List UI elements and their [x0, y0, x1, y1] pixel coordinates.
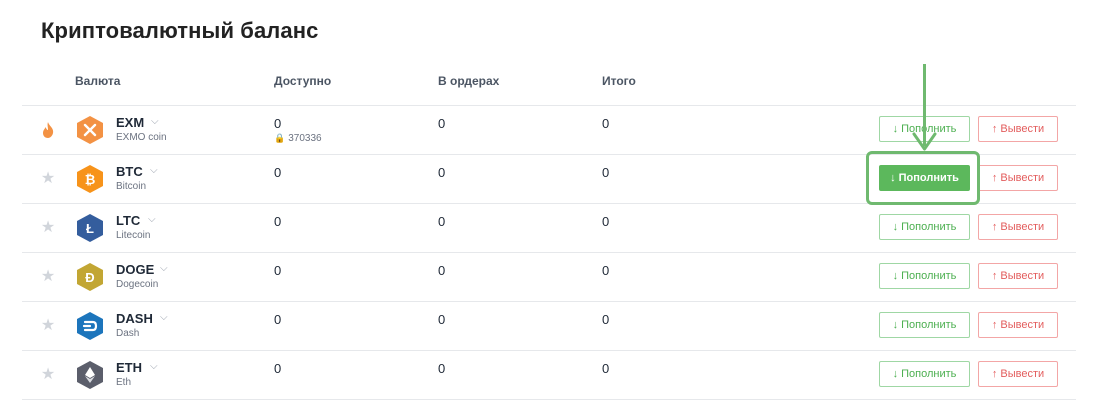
header-currency[interactable]: Валюта	[75, 74, 120, 88]
header-available[interactable]: Доступно	[274, 74, 331, 88]
coin-name: Dash	[116, 328, 140, 339]
withdraw-button[interactable]: ↑ Вывести	[978, 263, 1058, 289]
deposit-button[interactable]: ↓ Пополнить	[879, 214, 970, 240]
coin-code[interactable]: ETH	[116, 360, 142, 375]
star-icon[interactable]: ★	[40, 269, 56, 285]
star-icon[interactable]: ★	[40, 171, 56, 187]
total-value: 0	[602, 214, 610, 229]
withdraw-button[interactable]: ↑ Вывести	[978, 361, 1058, 387]
coin-code[interactable]: LTC	[116, 213, 140, 228]
deposit-button[interactable]: ↓ Пополнить	[879, 312, 970, 338]
page-title: Криптовалютный баланс	[41, 18, 319, 43]
fire-icon[interactable]	[40, 122, 56, 138]
lock-icon: 🔒	[274, 133, 286, 143]
available-value: 0	[274, 116, 282, 131]
orders-value: 0	[438, 361, 446, 376]
orders-value: 0	[438, 116, 446, 131]
coin-name: Eth	[116, 377, 132, 388]
total-value: 0	[602, 165, 610, 180]
available-value: 0	[274, 361, 282, 376]
locked-value: 🔒 370336	[274, 133, 322, 144]
coin-code[interactable]: BTC	[116, 164, 143, 179]
bitcoin-icon: ₿	[76, 164, 104, 194]
header-orders[interactable]: В ордерах	[438, 74, 499, 88]
total-value: 0	[602, 263, 610, 278]
deposit-button[interactable]: ↓ Пополнить	[879, 361, 970, 387]
available-value: 0	[274, 312, 282, 327]
orders-value: 0	[438, 165, 446, 180]
svg-text:Ł: Ł	[86, 221, 94, 236]
available-value: 0	[274, 165, 282, 180]
available-value: 0	[274, 263, 282, 278]
deposit-button[interactable]: ↓ Пополнить	[879, 263, 970, 289]
table-row: ★ Ł LTC ⌵ Litecoin 0 0 0 ↓ Пополнить ↑ В…	[22, 204, 1076, 253]
chevron-down-icon[interactable]: ⌵	[148, 214, 156, 225]
table-row: ★ Ð DOGE ⌵ Dogecoin 0 0 0 ↓ Пополнить ↑ …	[22, 253, 1076, 302]
orders-value: 0	[438, 263, 446, 278]
withdraw-button[interactable]: ↑ Вывести	[978, 116, 1058, 142]
chevron-down-icon[interactable]: ⌵	[150, 165, 158, 176]
ethereum-icon	[76, 360, 104, 390]
svg-text:Ð: Ð	[85, 270, 94, 285]
table-header: Валюта Доступно В ордерах Итого	[22, 72, 1076, 106]
star-icon[interactable]: ★	[40, 220, 56, 236]
svg-text:₿: ₿	[85, 172, 96, 187]
coin-code[interactable]: DOGE	[116, 262, 154, 277]
withdraw-button[interactable]: ↑ Вывести	[978, 165, 1058, 191]
orders-value: 0	[438, 312, 446, 327]
total-value: 0	[602, 361, 610, 376]
locked-amount: 370336	[288, 133, 322, 144]
header-total[interactable]: Итого	[602, 74, 636, 88]
total-value: 0	[602, 312, 610, 327]
total-value: 0	[602, 116, 610, 131]
annotation-arrow-head-icon	[912, 132, 937, 152]
coin-code[interactable]: EXM	[116, 115, 144, 130]
coin-name: EXMO coin	[116, 132, 167, 143]
chevron-down-icon[interactable]: ⌵	[160, 263, 168, 274]
withdraw-button[interactable]: ↑ Вывести	[978, 312, 1058, 338]
annotation-highlight-box	[866, 151, 980, 205]
exmo-icon	[76, 115, 104, 145]
star-icon[interactable]: ★	[40, 318, 56, 334]
table-row: ★ DASH ⌵ Dash 0 0 0 ↓ Пополнить ↑ Вывест…	[22, 302, 1076, 351]
available-value: 0	[274, 214, 282, 229]
coin-name: Bitcoin	[116, 181, 147, 192]
withdraw-button[interactable]: ↑ Вывести	[978, 214, 1058, 240]
coin-name: Dogecoin	[116, 279, 159, 290]
chevron-down-icon[interactable]: ⌵	[160, 312, 168, 323]
dogecoin-icon: Ð	[76, 262, 104, 292]
orders-value: 0	[438, 214, 446, 229]
dash-icon	[76, 311, 104, 341]
litecoin-icon: Ł	[76, 213, 104, 243]
chevron-down-icon[interactable]: ⌵	[150, 361, 158, 372]
coin-code[interactable]: DASH	[116, 311, 153, 326]
table-row: ★ ETH ⌵ Eth 0 0 0 ↓ Пополнить ↑ Вывести	[22, 351, 1076, 400]
chevron-down-icon[interactable]: ⌵	[151, 116, 159, 127]
coin-name: Litecoin	[116, 230, 151, 241]
